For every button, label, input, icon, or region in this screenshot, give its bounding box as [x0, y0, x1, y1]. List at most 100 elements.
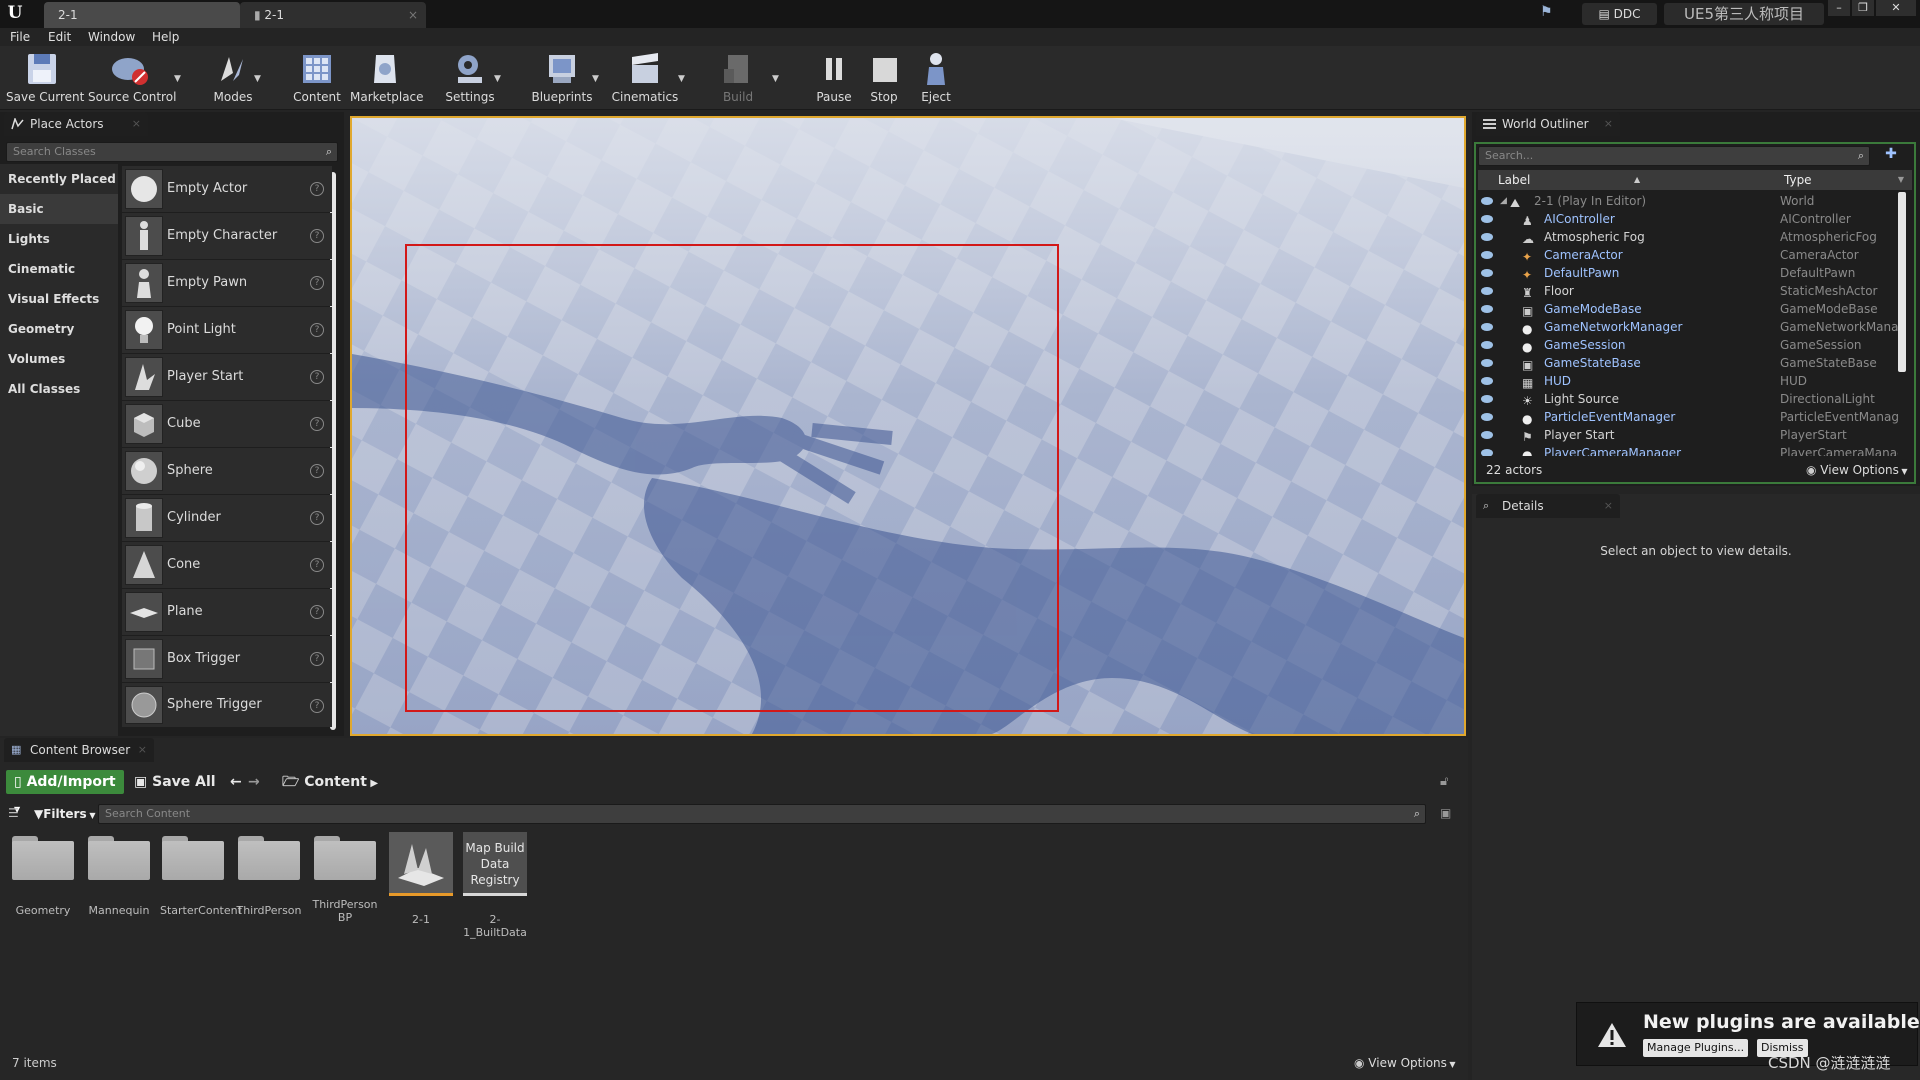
outliner-row[interactable]: ♜ Floor StaticMeshActor — [1478, 282, 1898, 300]
help-icon[interactable]: ? — [310, 652, 324, 666]
category-lights[interactable]: Lights — [0, 224, 118, 254]
asset-folder[interactable]: StarterContent — [160, 836, 242, 917]
category-visual-effects[interactable]: Visual Effects — [0, 284, 118, 314]
actor-sphere[interactable]: Sphere? — [122, 448, 332, 494]
visibility-eye-icon[interactable] — [1481, 341, 1493, 349]
details-tab[interactable]: ⌕ Details × — [1476, 494, 1620, 518]
visibility-eye-icon[interactable] — [1481, 449, 1493, 456]
help-icon[interactable]: ? — [310, 229, 324, 243]
outliner-row[interactable]: ● GameSession GameSession — [1478, 336, 1898, 354]
chevron-down-icon[interactable]: ▼ — [1898, 170, 1904, 190]
outliner-row[interactable]: ✦ CameraActor CameraActor — [1478, 246, 1898, 264]
save-current-button[interactable]: Save Current — [6, 50, 84, 108]
sources-panel-icon[interactable]: ☰ — [8, 806, 19, 820]
chevron-down-icon[interactable]: ▼ — [174, 74, 181, 84]
actor-box-trigger[interactable]: Box Trigger? — [122, 636, 332, 682]
search-classes-input[interactable]: Search Classes ⌕ — [6, 142, 338, 162]
ddc-button[interactable]: ▤ DDC — [1582, 3, 1657, 25]
actor-empty-actor[interactable]: Empty Actor? — [122, 166, 332, 212]
outliner-row[interactable]: ● PlayerCameraManager PlayerCameraManag — [1478, 444, 1898, 456]
visibility-eye-icon[interactable] — [1481, 215, 1493, 223]
actor-plane[interactable]: Plane? — [122, 589, 332, 635]
lock-icon[interactable]: 🔓︎ — [1440, 774, 1448, 789]
visibility-eye-icon[interactable] — [1481, 197, 1493, 205]
visibility-eye-icon[interactable] — [1481, 377, 1493, 385]
content-path-breadcrumb[interactable]: 🗁 Content ▶ — [282, 770, 378, 794]
actor-cube[interactable]: Cube? — [122, 401, 332, 447]
help-icon[interactable]: ? — [310, 182, 324, 196]
restore-icon[interactable]: ❐ — [1852, 0, 1874, 16]
category-all-classes[interactable]: All Classes — [0, 374, 118, 404]
source-control-button[interactable]: Source Control — [88, 50, 176, 108]
modes-button[interactable]: Modes — [208, 50, 258, 108]
category-geometry[interactable]: Geometry — [0, 314, 118, 344]
category-basic[interactable]: Basic — [0, 194, 118, 224]
category-recently-placed[interactable]: Recently Placed — [0, 164, 118, 194]
visibility-eye-icon[interactable] — [1481, 323, 1493, 331]
help-icon[interactable]: ? — [310, 464, 324, 478]
actor-player-start[interactable]: Player Start? — [122, 354, 332, 400]
world-outliner-tab[interactable]: World Outliner × — [1476, 112, 1620, 136]
actor-cylinder[interactable]: Cylinder? — [122, 495, 332, 541]
build-button[interactable]: Build — [716, 50, 760, 108]
asset-built-data[interactable]: Map Build Data Registry 2-1_BuiltData — [462, 832, 528, 939]
collapse-arrow-icon[interactable]: ◢ — [1500, 192, 1507, 210]
outliner-row[interactable]: ●GameNetworkManagerGameNetworkManage — [1478, 318, 1898, 336]
help-icon[interactable]: ? — [310, 605, 324, 619]
cinematics-button[interactable]: Cinematics — [610, 50, 680, 108]
level-tab-inactive[interactable]: ▮ 2-1 × — [240, 2, 426, 28]
close-tab-icon[interactable]: × — [132, 112, 141, 136]
content-view-options[interactable]: ◉ View Options ▼ — [1354, 1056, 1456, 1070]
visibility-eye-icon[interactable] — [1481, 269, 1493, 277]
outliner-row[interactable]: ● ParticleEventManager ParticleEventManage — [1478, 408, 1898, 426]
outliner-search-input[interactable]: Search... ⌕ — [1478, 146, 1870, 166]
forward-arrow-icon[interactable]: → — [248, 770, 260, 794]
menu-file[interactable]: File — [10, 28, 30, 46]
blueprints-button[interactable]: Blueprints — [530, 50, 594, 108]
close-tab-icon[interactable]: × — [408, 2, 418, 28]
asset-folder[interactable]: ThirdPerson BP — [312, 836, 378, 924]
save-all-button[interactable]: ▣ Save All — [134, 770, 216, 794]
chevron-down-icon[interactable]: ▼ — [494, 74, 501, 84]
stop-button[interactable]: Stop — [864, 50, 904, 108]
actor-empty-pawn[interactable]: Empty Pawn? — [122, 260, 332, 306]
add-import-button[interactable]: ▯ Add/Import ▼ — [6, 770, 124, 814]
actor-cone[interactable]: Cone? — [122, 542, 332, 588]
save-search-icon[interactable]: ▣ — [1440, 806, 1451, 820]
visibility-eye-icon[interactable] — [1481, 431, 1493, 439]
label-column-header[interactable]: Label — [1498, 170, 1530, 190]
close-tab-icon[interactable]: × — [1604, 494, 1613, 518]
visibility-eye-icon[interactable] — [1481, 251, 1493, 259]
pause-button[interactable]: Pause — [812, 50, 856, 108]
search-content-input[interactable]: Search Content ⌕ — [98, 804, 1426, 824]
outliner-row[interactable]: ⚑ Player Start PlayerStart — [1478, 426, 1898, 444]
category-volumes[interactable]: Volumes — [0, 344, 118, 374]
chevron-down-icon[interactable]: ▼ — [772, 74, 779, 84]
help-icon[interactable]: ? — [310, 370, 324, 384]
filters-button[interactable]: ▼Filters ▼ — [34, 804, 96, 824]
help-icon[interactable]: ? — [310, 699, 324, 713]
back-arrow-icon[interactable]: ← — [230, 770, 242, 794]
outliner-scrollbar[interactable] — [1898, 192, 1906, 372]
menu-edit[interactable]: Edit — [48, 28, 71, 46]
minimize-icon[interactable]: – — [1828, 0, 1850, 16]
help-icon[interactable]: ? — [310, 511, 324, 525]
close-tab-icon[interactable]: × — [138, 738, 147, 762]
outliner-row[interactable]: ▦ HUD HUD — [1478, 372, 1898, 390]
help-icon[interactable]: ? — [310, 558, 324, 572]
place-actors-tab[interactable]: Place Actors × — [4, 112, 148, 136]
asset-folder[interactable]: Geometry — [10, 836, 76, 917]
chevron-down-icon[interactable]: ▼ — [678, 74, 685, 84]
outliner-row[interactable]: ▣ GameModeBase GameModeBase — [1478, 300, 1898, 318]
visibility-eye-icon[interactable] — [1481, 305, 1493, 313]
content-browser-tab[interactable]: ▦ Content Browser × — [4, 738, 154, 762]
type-column-header[interactable]: Type — [1784, 170, 1812, 190]
close-window-icon[interactable]: ✕ — [1876, 0, 1916, 16]
outliner-view-options[interactable]: ◉ View Options ▼ — [1806, 463, 1908, 477]
marketplace-button[interactable]: Marketplace — [350, 50, 424, 108]
content-button[interactable]: Content — [292, 50, 342, 108]
menu-window[interactable]: Window — [88, 28, 135, 46]
add-folder-icon[interactable]: ✚ — [1878, 146, 1904, 166]
visibility-eye-icon[interactable] — [1481, 233, 1493, 241]
outliner-row[interactable]: ✦ DefaultPawn DefaultPawn — [1478, 264, 1898, 282]
